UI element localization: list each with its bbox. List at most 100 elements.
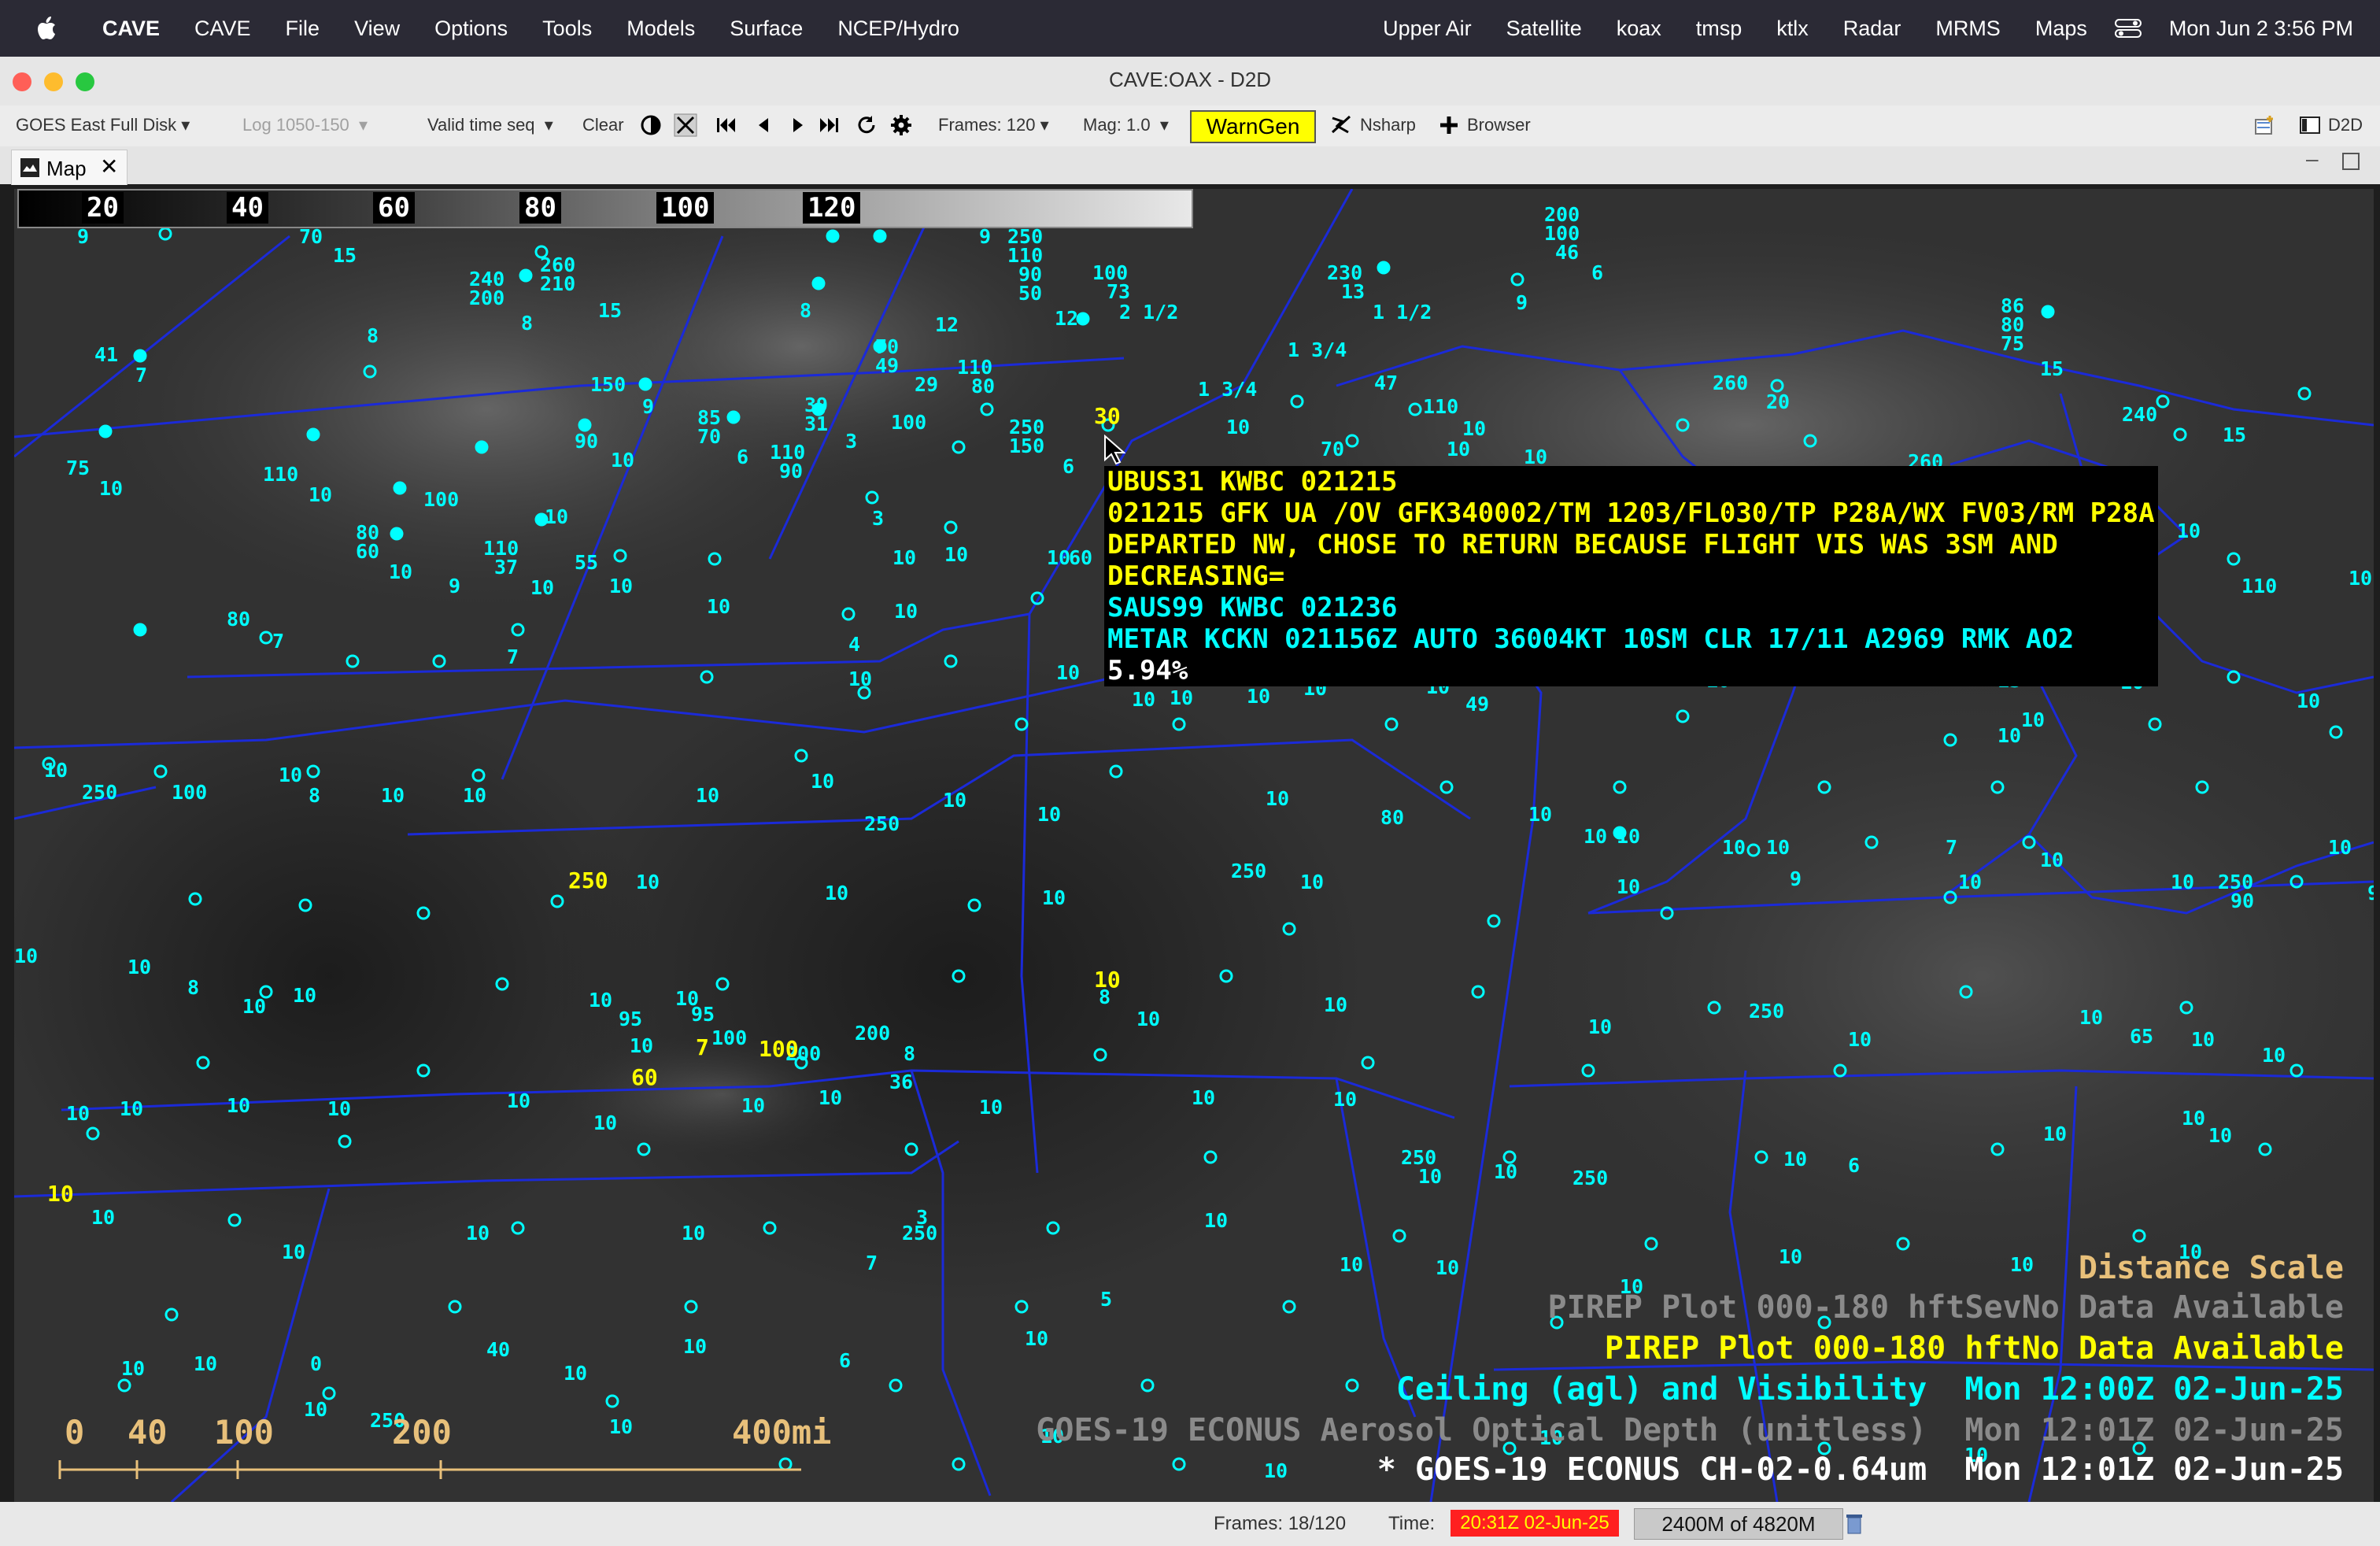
popup-line-text: 021215 GFK UA /OV GFK340002/TM 1203/FL03…: [1106, 497, 2156, 529]
dataset-dropdown[interactable]: GOES East Full Disk ▾: [16, 115, 190, 135]
menu-view[interactable]: View: [354, 17, 400, 41]
station-value: 29: [915, 373, 939, 396]
nsharp-button[interactable]: Nsharp: [1360, 115, 1416, 135]
maximize-view-icon[interactable]: [2342, 153, 2360, 170]
station-value: 10: [1462, 417, 1487, 440]
clear-button[interactable]: Clear: [582, 115, 624, 135]
fit-extent-icon[interactable]: [674, 113, 697, 137]
menu-tmsp[interactable]: tmsp: [1696, 17, 1743, 41]
menu-koax[interactable]: koax: [1617, 17, 1661, 41]
gear-icon[interactable]: [889, 113, 913, 137]
station-value: 110: [2241, 575, 2278, 597]
station-value: 200: [469, 287, 505, 309]
station-value: 10: [2010, 1253, 2034, 1276]
memory-usage-indicator[interactable]: 2400M of 4820M: [1634, 1508, 1843, 1540]
station-value: 10: [227, 1094, 251, 1117]
menu-upper-air[interactable]: Upper Air: [1383, 17, 1472, 41]
station-value: 15: [2040, 357, 2064, 380]
station-value: 150: [590, 373, 626, 396]
station-value: 10: [1247, 685, 1271, 708]
nsharp-icon[interactable]: [1330, 113, 1354, 137]
station-value: 60: [1069, 546, 1093, 569]
menu-models[interactable]: Models: [626, 17, 695, 41]
colorbar-label: 80: [519, 192, 561, 224]
station-value: 10: [609, 575, 634, 597]
station-symbol: [826, 229, 840, 243]
menu-radar[interactable]: Radar: [1843, 17, 1901, 41]
legend-pirep-status: No Data Available: [2021, 1330, 2344, 1367]
station-value: 8: [800, 299, 812, 322]
station-value: 80: [1380, 806, 1405, 829]
trash-icon[interactable]: [1845, 1511, 1864, 1535]
station-value: 10: [1324, 993, 1348, 1016]
log-range-dropdown[interactable]: Log 1050-150 ▾: [242, 115, 368, 135]
d2d-perspective-label[interactable]: D2D: [2328, 115, 2363, 135]
station-value: 15: [333, 244, 357, 267]
colorbar: 20 40 60 80 100 120: [17, 189, 1193, 228]
legend-ch02-label: * GOES-19 ECONUS CH-02-0.64um: [1377, 1452, 1927, 1488]
station-value: 75: [66, 457, 91, 479]
station-value: 10: [309, 483, 333, 506]
d2d-perspective-icon[interactable]: [2298, 113, 2322, 137]
browser-button[interactable]: Browser: [1467, 115, 1531, 135]
menu-cave[interactable]: CAVE: [194, 17, 251, 41]
legend-pirep-sev-status: SevNo Data Available: [1964, 1289, 2344, 1326]
apple-icon[interactable]: [31, 13, 63, 44]
menu-tools[interactable]: Tools: [542, 17, 592, 41]
open-perspective-icon[interactable]: [2252, 113, 2276, 137]
menu-maps[interactable]: Maps: [2035, 17, 2087, 41]
refresh-icon[interactable]: [855, 113, 878, 137]
minimize-view-icon[interactable]: –: [2306, 146, 2319, 172]
popup-line: 021215 GFK UA /OV GFK340002/TM 1203/FL03…: [1104, 497, 2158, 529]
map-display[interactable]: 20 40 60 80 100 120 9 70 15 8 9 250 110 …: [14, 189, 2374, 1502]
menu-mrms[interactable]: MRMS: [1935, 17, 2001, 41]
station-value: 240: [2122, 403, 2158, 426]
menu-ktlx[interactable]: ktlx: [1776, 17, 1809, 41]
station-value: 10: [1204, 1209, 1229, 1232]
mag-dropdown[interactable]: Mag: 1.0 ▾: [1083, 115, 1169, 135]
warngen-button[interactable]: WarnGen: [1190, 110, 1316, 143]
station-value: 100: [891, 411, 927, 434]
legend-aod-time: Mon 12:01Z 02-Jun-25: [1964, 1412, 2344, 1448]
menu-app-cave[interactable]: CAVE: [102, 17, 160, 41]
menu-options[interactable]: Options: [434, 17, 508, 41]
close-tab-icon[interactable]: ✕: [100, 153, 118, 179]
station-value: 7: [272, 630, 285, 653]
plus-icon[interactable]: [1437, 113, 1461, 137]
last-frame-icon[interactable]: [817, 113, 841, 137]
frames-dropdown[interactable]: Frames: 120 ▾: [938, 115, 1049, 135]
control-center-icon[interactable]: [2114, 17, 2142, 40]
contrast-icon[interactable]: [639, 113, 663, 137]
station-value: 1 3/4: [1198, 378, 1258, 401]
station-value: 10: [1266, 787, 1290, 810]
popup-line: DECREASING=: [1104, 560, 2158, 592]
menu-satellite[interactable]: Satellite: [1506, 17, 1582, 41]
menu-file[interactable]: File: [286, 17, 320, 41]
menu-ncep-hydro[interactable]: NCEP/Hydro: [837, 17, 959, 41]
station-value: 90: [2230, 890, 2255, 912]
station-value: 8: [904, 1042, 916, 1065]
valid-time-dropdown[interactable]: Valid time seq ▾: [427, 115, 553, 135]
station-value: 6: [1591, 261, 1604, 284]
station-value: 10: [507, 1089, 531, 1112]
station-value: 10: [1494, 1160, 1518, 1183]
editor-tab-bar: Map ✕ –: [0, 146, 2380, 185]
station-value: 6: [1848, 1154, 1861, 1177]
menu-clock[interactable]: Mon Jun 2 3:56 PM: [2169, 17, 2353, 41]
station-value: 8: [1099, 986, 1111, 1008]
popup-line: SAUS99 KWBC 021236: [1104, 592, 2158, 623]
station-value-yellow: 7: [696, 1034, 709, 1060]
play-icon[interactable]: [785, 113, 809, 137]
station-value: 10: [2191, 1028, 2216, 1051]
tab-map[interactable]: Map ✕: [11, 150, 128, 185]
time-status-value: 20:31Z 02-Jun-25: [1451, 1510, 1619, 1537]
previous-frame-icon[interactable]: [752, 113, 776, 137]
station-symbol: [133, 623, 147, 637]
station-value: 9: [1790, 867, 1802, 890]
window-titlebar: CAVE:OAX - D2D: [0, 57, 2380, 106]
legend-ch02: * GOES-19 ECONUS CH-02-0.64um Mon 12:01Z…: [1377, 1452, 2344, 1488]
menu-surface[interactable]: Surface: [730, 17, 803, 41]
first-frame-icon[interactable]: [715, 113, 738, 137]
popup-line-text: METAR KCKN 021156Z AUTO 36004KT 10SM CLR…: [1106, 623, 2076, 655]
station-value: 150: [1009, 435, 1045, 457]
